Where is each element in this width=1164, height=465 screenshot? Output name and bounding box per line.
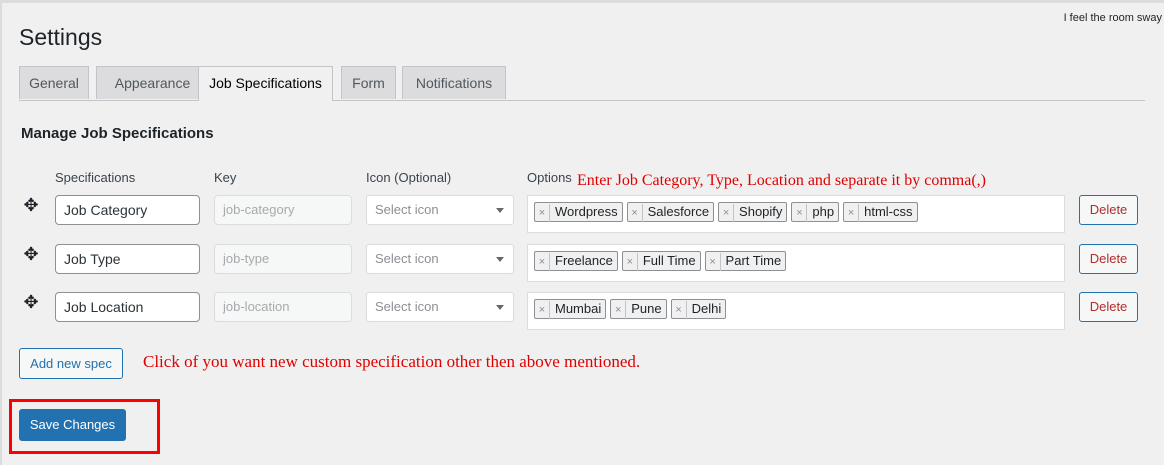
option-tag-label: Delhi [691,301,722,316]
specification-input[interactable]: Job Location [55,292,200,322]
remove-tag-icon[interactable]: × [535,253,550,271]
top-border [0,0,1164,3]
settings-tabs: General Appearance Job Specifications Fo… [19,66,1145,101]
column-header-specifications: Specifications [55,170,136,185]
key-input: job-category [214,195,352,225]
column-header-options: Options [527,170,572,185]
column-header-icon: Icon (Optional) [366,170,452,185]
option-tag-label: Mumbai [555,301,602,316]
chevron-down-icon [496,257,504,262]
option-tag: × Part Time [704,251,787,271]
option-tag-label: Part Time [725,253,782,268]
option-tag: × Full Time [621,251,701,271]
drag-handle-icon[interactable]: ✥ [22,195,40,216]
add-new-spec-button[interactable]: Add new spec [19,348,123,379]
page-title: Settings [19,24,103,50]
options-tags-input[interactable]: × Mumbai × Pune × Delhi [527,292,1065,330]
icon-select-placeholder: Select icon [375,202,439,217]
option-tag: × php [791,202,840,222]
tab-notifications[interactable]: Notifications [402,66,506,99]
tab-general[interactable]: General [19,66,89,99]
option-tag: × Freelance [534,251,618,271]
remove-tag-icon[interactable]: × [719,204,735,222]
drag-handle-icon[interactable]: ✥ [22,244,40,265]
option-tag: × Wordpress [534,202,623,222]
icon-select-placeholder: Select icon [375,251,439,266]
icon-select[interactable]: Select icon [366,244,514,274]
options-tags-input[interactable]: × Wordpress × Salesforce × Shopify × php × html-c… [527,195,1065,233]
chevron-down-icon [496,208,504,213]
spec-row: ✥ Job Category job-category Select icon … [0,195,1164,235]
remove-tag-icon[interactable]: × [611,301,627,319]
option-tag-label: php [812,204,835,219]
delete-button[interactable]: Delete [1079,244,1138,274]
add-spec-annotation: Click of you want new custom specificati… [143,352,641,371]
remove-tag-icon[interactable]: × [628,204,643,222]
option-tag: × Shopify [718,202,788,222]
option-tag: × html-css [843,202,918,222]
tab-appearance[interactable]: Appearance [96,66,209,99]
remove-tag-icon[interactable]: × [792,204,808,222]
remove-tag-icon[interactable]: × [672,301,687,319]
option-tag-label: Pune [631,301,662,316]
option-tag-label: Wordpress [555,204,618,219]
key-input: job-location [214,292,352,322]
remove-tag-icon[interactable]: × [535,301,550,319]
option-tag: × Delhi [670,299,727,319]
options-tags-input[interactable]: × Freelance × Full Time × Part Time [527,244,1065,282]
option-tag-label: Shopify [739,204,783,219]
top-right-text: I feel the room sway [1063,12,1162,24]
options-annotation: Enter Job Category, Type, Location and s… [577,172,986,189]
icon-select[interactable]: Select icon [366,195,514,225]
remove-tag-icon[interactable]: × [706,253,721,271]
tab-job-specifications[interactable]: Job Specifications [198,66,333,101]
chevron-down-icon [496,305,504,310]
delete-button[interactable]: Delete [1079,195,1138,225]
column-header-key: Key [214,170,237,185]
remove-tag-icon[interactable]: × [535,204,550,222]
option-tag-label: html-css [864,204,913,219]
icon-select[interactable]: Select icon [366,292,514,322]
option-tag: × Pune [610,299,667,319]
spec-row: ✥ Job Type job-type Select icon × Freelan… [0,244,1164,284]
icon-select-placeholder: Select icon [375,299,439,314]
option-tag-label: Freelance [555,253,613,268]
option-tag-label: Salesforce [647,204,710,219]
delete-button[interactable]: Delete [1079,292,1138,322]
remove-tag-icon[interactable]: × [623,253,638,271]
spec-row: ✥ Job Location job-location Select icon … [0,292,1164,332]
specification-input[interactable]: Job Type [55,244,200,274]
save-changes-button[interactable]: Save Changes [19,409,126,441]
option-tag-label: Full Time [642,253,696,268]
drag-handle-icon[interactable]: ✥ [22,292,40,313]
specification-input[interactable]: Job Category [55,195,200,225]
key-input: job-type [214,244,352,274]
tab-form[interactable]: Form [341,66,396,99]
option-tag: × Salesforce [626,202,715,222]
section-title: Manage Job Specifications [21,125,214,142]
option-tag: × Mumbai [534,299,607,319]
remove-tag-icon[interactable]: × [844,204,860,222]
